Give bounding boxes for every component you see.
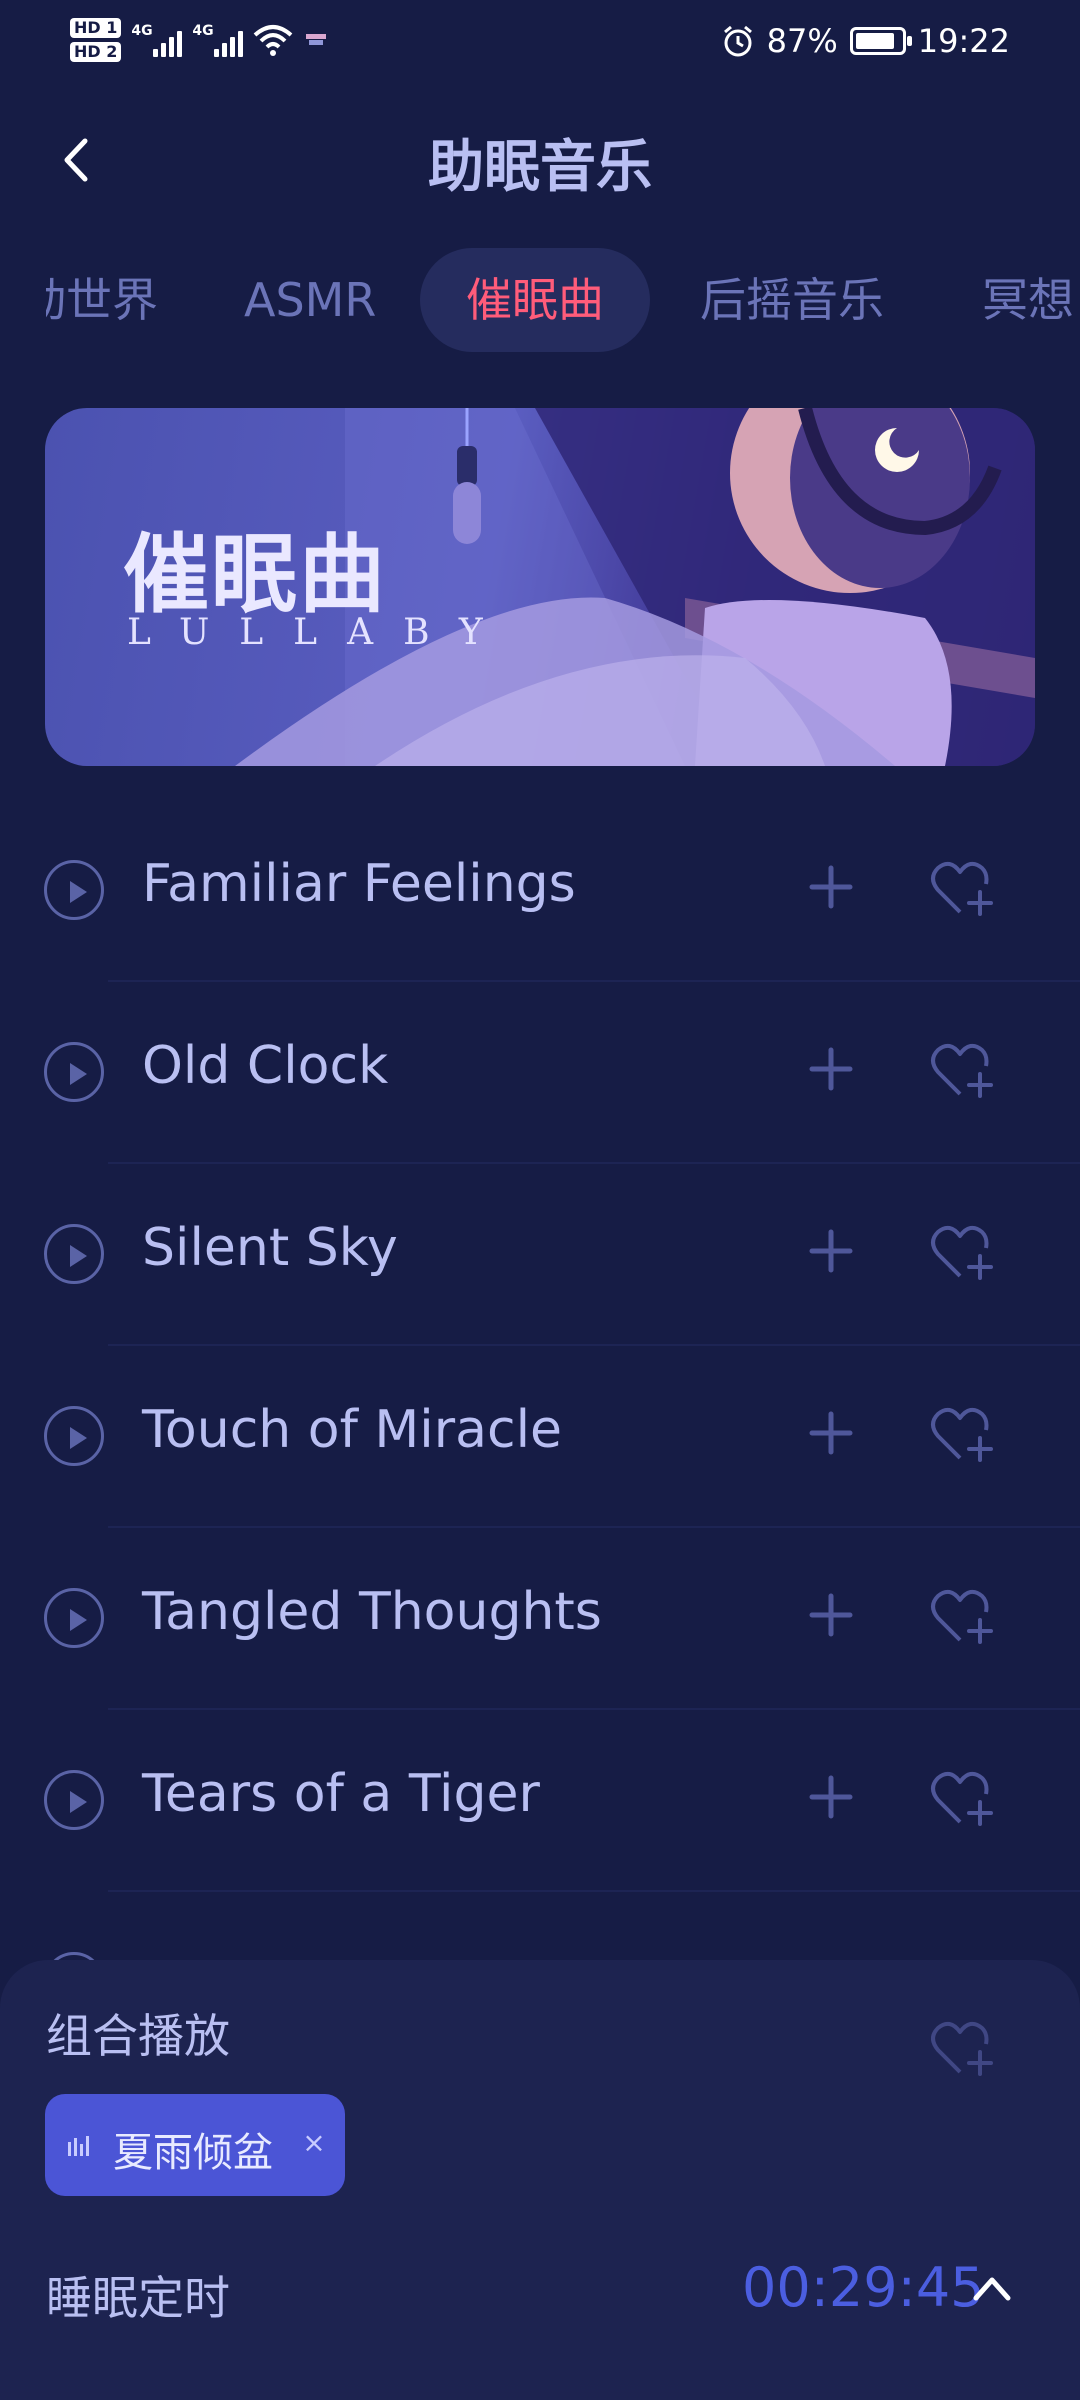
network-type: 4G [131, 23, 153, 39]
chip-label: 夏雨倾盆 [113, 2130, 273, 2176]
network-type: 4G [192, 23, 214, 39]
song-row[interactable]: Touch of Miracle [0, 1346, 1080, 1528]
play-circle-icon[interactable] [44, 860, 104, 920]
screen: HD 1 HD 2 4G 4G 87% 19:22 助眠音乐 动世界 ASMR … [0, 0, 1080, 2400]
tab-meditation[interactable]: 冥想 [982, 248, 1074, 352]
heart-plus-icon[interactable] [930, 1406, 996, 1464]
battery-percent: 87% [766, 22, 838, 60]
plus-icon[interactable] [806, 1408, 856, 1458]
alarm-icon [723, 25, 752, 57]
heart-plus-icon[interactable] [930, 1224, 996, 1282]
equalizer-icon [68, 2136, 89, 2156]
sleep-timer-value[interactable]: 00:29:45 [742, 2256, 985, 2319]
heart-plus-icon[interactable] [930, 1042, 996, 1100]
song-row[interactable]: Tears of a Tiger [0, 1710, 1080, 1892]
category-tabs: 动世界 ASMR 催眠曲 后摇音乐 冥想 [0, 248, 1080, 352]
song-row[interactable]: Old Clock [0, 982, 1080, 1164]
play-circle-icon[interactable] [44, 1042, 104, 1102]
hd-badges: HD 1 HD 2 [70, 18, 122, 62]
heart-plus-icon[interactable] [930, 1588, 996, 1646]
notification-icon [306, 34, 327, 45]
sleep-timer-label: 睡眠定时 [46, 2271, 230, 2325]
tab-world[interactable]: 动世界 [46, 248, 158, 352]
plus-icon[interactable] [806, 1772, 856, 1822]
song-row[interactable]: Silent Sky [0, 1164, 1080, 1346]
combo-play-label: 组合播放 [46, 2009, 230, 2063]
plus-icon[interactable] [806, 862, 856, 912]
banner-subtitle: LULLABY [127, 612, 513, 653]
song-row[interactable]: Familiar Feelings [0, 800, 1080, 982]
combo-play-panel: 组合播放 夏雨倾盆 × 睡眠定时 00:29:45 [0, 1960, 1080, 2400]
status-bar: HD 1 HD 2 4G 4G 87% 19:22 [0, 0, 1080, 96]
heart-plus-icon[interactable] [930, 1770, 996, 1828]
chip-close-button[interactable]: × [299, 2118, 329, 2168]
clock: 19:22 [917, 22, 1010, 60]
plus-icon[interactable] [806, 1590, 856, 1640]
status-left: HD 1 HD 2 4G 4G [70, 18, 329, 62]
wifi-icon [254, 25, 293, 56]
heart-plus-icon[interactable] [930, 2020, 996, 2078]
signal-icon: 4G [192, 23, 244, 57]
header: 助眠音乐 [0, 110, 1080, 210]
plus-icon[interactable] [806, 1044, 856, 1094]
song-list: Familiar Feelings Old Clock Silent Sky T… [0, 800, 1080, 2074]
signal-icon: 4G [131, 23, 183, 57]
song-title: Familiar Feelings [142, 854, 576, 914]
status-right: 87% 19:22 [721, 22, 1010, 60]
play-circle-icon[interactable] [44, 1770, 104, 1830]
banner-title: 催眠曲 [123, 524, 387, 625]
battery-fill [855, 33, 894, 49]
plus-icon[interactable] [806, 1226, 856, 1276]
song-title: Old Clock [142, 1036, 389, 1096]
song-title: Touch of Miracle [142, 1400, 563, 1460]
hd2-badge: HD 2 [70, 42, 122, 62]
chevron-up-icon[interactable] [968, 2268, 1016, 2308]
tab-asmr[interactable]: ASMR [244, 248, 376, 352]
tab-post-rock[interactable]: 后摇音乐 [700, 248, 884, 352]
hd1-badge: HD 1 [70, 18, 122, 38]
page-title: 助眠音乐 [428, 135, 652, 200]
tab-lullaby[interactable]: 催眠曲 [420, 248, 650, 352]
song-title: Tangled Thoughts [142, 1582, 602, 1642]
heart-plus-icon[interactable] [930, 860, 996, 918]
category-banner: 催眠曲 LULLABY [45, 408, 1035, 766]
song-row[interactable]: Tangled Thoughts [0, 1528, 1080, 1710]
play-circle-icon[interactable] [44, 1588, 104, 1648]
song-title: Tears of a Tiger [142, 1764, 540, 1824]
active-sound-chip[interactable]: 夏雨倾盆 × [45, 2094, 345, 2196]
battery-icon [849, 27, 912, 55]
play-circle-icon[interactable] [44, 1406, 104, 1466]
play-circle-icon[interactable] [44, 1224, 104, 1284]
song-title: Silent Sky [142, 1218, 398, 1278]
